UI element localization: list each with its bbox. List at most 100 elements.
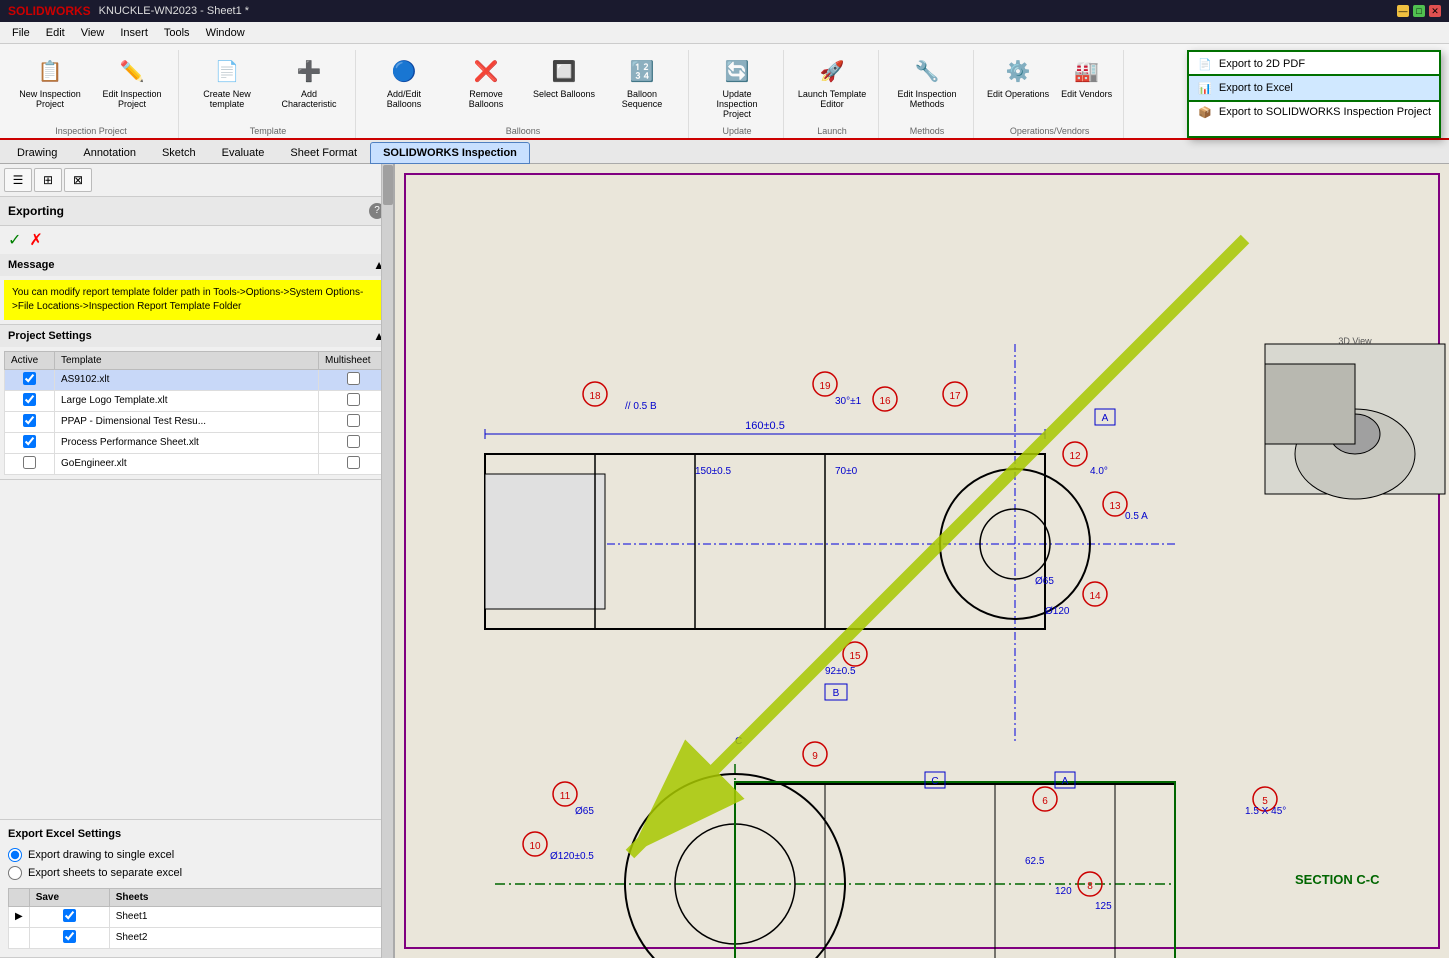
cell-multisheet-4 [319, 432, 389, 453]
add-characteristic-icon: ➕ [293, 56, 325, 88]
add-characteristic-label: Add Characteristic [274, 90, 344, 110]
table-row[interactable]: Large Logo Template.xlt [5, 390, 389, 411]
tab-evaluate[interactable]: Evaluate [209, 142, 278, 163]
table-row[interactable]: ▶ Sheet1 [9, 906, 385, 927]
checkbox-multisheet-3[interactable] [347, 414, 360, 427]
group-label-inspection: Inspection Project [55, 126, 127, 138]
minimize-button[interactable]: — [1397, 5, 1409, 17]
edit-methods-button[interactable]: 🔧 Edit Inspection Methods [887, 52, 967, 114]
group-label-balloons: Balloons [506, 126, 541, 138]
add-edit-balloons-label: Add/Edit Balloons [369, 90, 439, 110]
radio-single-excel-input[interactable] [8, 848, 22, 862]
checkbox-active-3[interactable] [23, 414, 36, 427]
title-bar-left: SOLIDWORKS KNUCKLE-WN2023 - Sheet1 * [8, 4, 249, 18]
cell-sheet-1: Sheet1 [109, 906, 384, 927]
add-edit-balloons-button[interactable]: 🔵 Add/Edit Balloons [364, 52, 444, 114]
export-sw-icon: 📦 [1197, 104, 1213, 120]
checkbox-active-5[interactable] [23, 456, 36, 469]
select-balloons-button[interactable]: 🔲 Select Balloons [528, 52, 600, 104]
col-expand [9, 888, 30, 906]
drawing-area[interactable]: 160±0.5 18 19 12 13 14 16 17 15 [395, 164, 1449, 958]
checkbox-multisheet-1[interactable] [347, 372, 360, 385]
update-inspection-button[interactable]: 🔄 Update Inspection Project [697, 52, 777, 124]
maximize-button[interactable]: □ [1413, 5, 1425, 17]
menu-insert[interactable]: Insert [112, 25, 156, 41]
tab-solidworks-inspection[interactable]: SOLIDWORKS Inspection [370, 142, 530, 164]
project-settings-header[interactable]: Project Settings ▲ [0, 325, 393, 347]
table-row[interactable]: GoEngineer.xlt [5, 453, 389, 474]
menu-tools[interactable]: Tools [156, 25, 198, 41]
checkbox-save-1[interactable] [63, 909, 76, 922]
new-inspection-button[interactable]: 📋 New Inspection Project [10, 52, 90, 114]
balloon-sequence-button[interactable]: 🔢 Balloon Sequence [602, 52, 682, 114]
menu-bar: File Edit View Insert Tools Window [0, 22, 1449, 44]
edit-inspection-button[interactable]: ✏️ Edit Inspection Project [92, 52, 172, 114]
close-button[interactable]: ✕ [1429, 5, 1441, 17]
menu-window[interactable]: Window [198, 25, 253, 41]
checkbox-save-2[interactable] [63, 930, 76, 943]
svg-text:11: 11 [560, 791, 571, 802]
svg-text:160±0.5: 160±0.5 [745, 420, 785, 432]
menu-edit[interactable]: Edit [38, 25, 73, 41]
svg-text:8: 8 [1087, 881, 1093, 892]
export-2dpdf-item[interactable]: 📄 Export to 2D PDF [1189, 52, 1439, 76]
svg-text:6: 6 [1042, 796, 1048, 807]
menu-view[interactable]: View [73, 25, 113, 41]
menu-file[interactable]: File [4, 25, 38, 41]
ribbon: 📋 New Inspection Project ✏️ Edit Inspect… [0, 44, 1449, 140]
panel-scrollbar[interactable] [381, 164, 393, 958]
panel-tool-3[interactable]: ⊠ [64, 168, 92, 192]
radio-separate-excel-input[interactable] [8, 866, 22, 880]
remove-balloons-button[interactable]: ❌ Remove Balloons [446, 52, 526, 114]
radio-separate-excel-label: Export sheets to separate excel [28, 867, 182, 879]
checkbox-multisheet-4[interactable] [347, 435, 360, 448]
select-balloons-icon: 🔲 [548, 56, 580, 88]
edit-operations-button[interactable]: ⚙️ Edit Operations [982, 52, 1054, 104]
launch-template-icon: 🚀 [816, 56, 848, 88]
cancel-status-button[interactable]: ✗ [29, 230, 42, 250]
create-template-icon: 📄 [211, 56, 243, 88]
ribbon-group-launch: 🚀 Launch Template Editor Launch [786, 50, 879, 138]
checkbox-active-2[interactable] [23, 393, 36, 406]
tab-sketch[interactable]: Sketch [149, 142, 209, 163]
checkbox-active-4[interactable] [23, 435, 36, 448]
confirm-button[interactable]: ✓ [8, 230, 21, 250]
create-template-button[interactable]: 📄 Create New template [187, 52, 267, 114]
panel-tool-2[interactable]: ⊞ [34, 168, 62, 192]
ribbon-buttons-update: 🔄 Update Inspection Project [695, 50, 779, 126]
svg-text:120: 120 [1055, 886, 1072, 897]
add-characteristic-button[interactable]: ➕ Add Characteristic [269, 52, 349, 114]
launch-template-button[interactable]: 🚀 Launch Template Editor [792, 52, 872, 114]
group-label-opvendors: Operations/Vendors [1010, 126, 1090, 138]
checkbox-multisheet-5[interactable] [347, 456, 360, 469]
main-layout: ☰ ⊞ ⊠ Exporting ? ✓ ✗ Message ▲ You can … [0, 164, 1449, 958]
tab-annotation[interactable]: Annotation [70, 142, 149, 163]
ribbon-buttons-launch: 🚀 Launch Template Editor [790, 50, 874, 126]
message-section: Message ▲ You can modify report template… [0, 254, 393, 325]
edit-vendors-button[interactable]: 🏭 Edit Vendors [1056, 52, 1117, 104]
table-row[interactable]: Process Performance Sheet.xlt [5, 432, 389, 453]
cell-template-3: PPAP - Dimensional Test Resu... [55, 411, 319, 432]
table-row[interactable]: AS9102.xlt [5, 369, 389, 390]
export-excel-item[interactable]: 📊 Export to Excel [1189, 76, 1439, 100]
group-label-template: Template [250, 126, 287, 138]
message-section-header[interactable]: Message ▲ [0, 254, 393, 276]
tab-sheet-format[interactable]: Sheet Format [277, 142, 370, 163]
new-inspection-label: New Inspection Project [15, 90, 85, 110]
ribbon-buttons-methods: 🔧 Edit Inspection Methods [885, 50, 969, 126]
remove-balloons-label: Remove Balloons [451, 90, 521, 110]
panel-toolbar: ☰ ⊞ ⊠ [0, 164, 393, 197]
svg-text:Ø120±0.5: Ø120±0.5 [550, 851, 594, 862]
table-row[interactable]: PPAP - Dimensional Test Resu... [5, 411, 389, 432]
checkbox-active-1[interactable] [23, 372, 36, 385]
panel-tool-1[interactable]: ☰ [4, 168, 32, 192]
checkbox-multisheet-2[interactable] [347, 393, 360, 406]
project-settings-section: Project Settings ▲ Active Template Multi… [0, 325, 393, 480]
ribbon-group-opvendors: ⚙️ Edit Operations 🏭 Edit Vendors Operat… [976, 50, 1124, 138]
export-sw-item[interactable]: 📦 Export to SOLIDWORKS Inspection Projec… [1189, 100, 1439, 124]
cell-expand-1: ▶ [9, 906, 30, 927]
table-row[interactable]: Sheet2 [9, 927, 385, 948]
project-settings-content: Active Template Multisheet AS9102.xlt [0, 347, 393, 479]
tab-drawing[interactable]: Drawing [4, 142, 70, 163]
edit-operations-icon: ⚙️ [1002, 56, 1034, 88]
